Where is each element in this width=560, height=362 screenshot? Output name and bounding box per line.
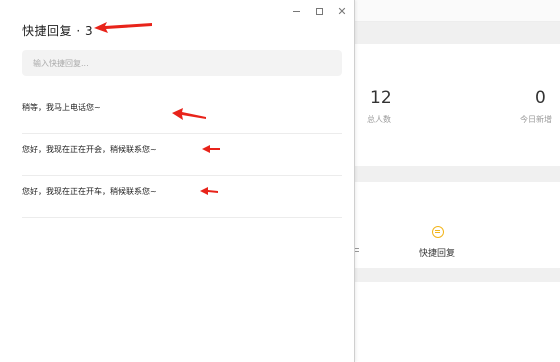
quick-reply-tool-label[interactable]: 快捷回复 xyxy=(419,246,455,259)
minimize-icon[interactable] xyxy=(290,5,302,17)
window-controls: ✕ xyxy=(290,5,348,17)
partial-icon xyxy=(355,248,359,249)
quick-reply-item[interactable]: 您好，我现在正在开会，稍候联系您~ xyxy=(22,134,342,176)
quick-reply-search-input[interactable] xyxy=(22,50,342,76)
chat-bubble-icon[interactable] xyxy=(432,226,444,238)
quick-reply-item[interactable]: 您好，我现在正在开车，稍候联系您~ xyxy=(22,176,342,218)
maximize-icon[interactable] xyxy=(313,5,325,17)
close-icon[interactable]: ✕ xyxy=(336,5,348,17)
annotation-arrow-reply-2 xyxy=(202,145,220,153)
quick-reply-window: ✕ 快捷回复 · 3 稍等，我马上电话您~ 您好，我现在正在开会，稍候联系您~ … xyxy=(0,0,355,362)
popup-title: 快捷回复 · 3 xyxy=(22,24,94,38)
annotation-arrow-title xyxy=(94,22,152,33)
annotation-arrow-reply-1 xyxy=(172,108,206,120)
tools-card: 快捷回复 xyxy=(344,182,560,268)
total-people-count: 12 xyxy=(370,88,392,108)
stats-card: 12 总人数 0 今日新增 xyxy=(344,44,560,166)
background-card xyxy=(344,282,560,362)
total-people-label: 总人数 xyxy=(367,115,391,124)
annotation-arrow-reply-3 xyxy=(200,187,218,195)
today-new-label: 今日新增 xyxy=(520,115,552,124)
today-new-count: 0 xyxy=(535,88,546,108)
